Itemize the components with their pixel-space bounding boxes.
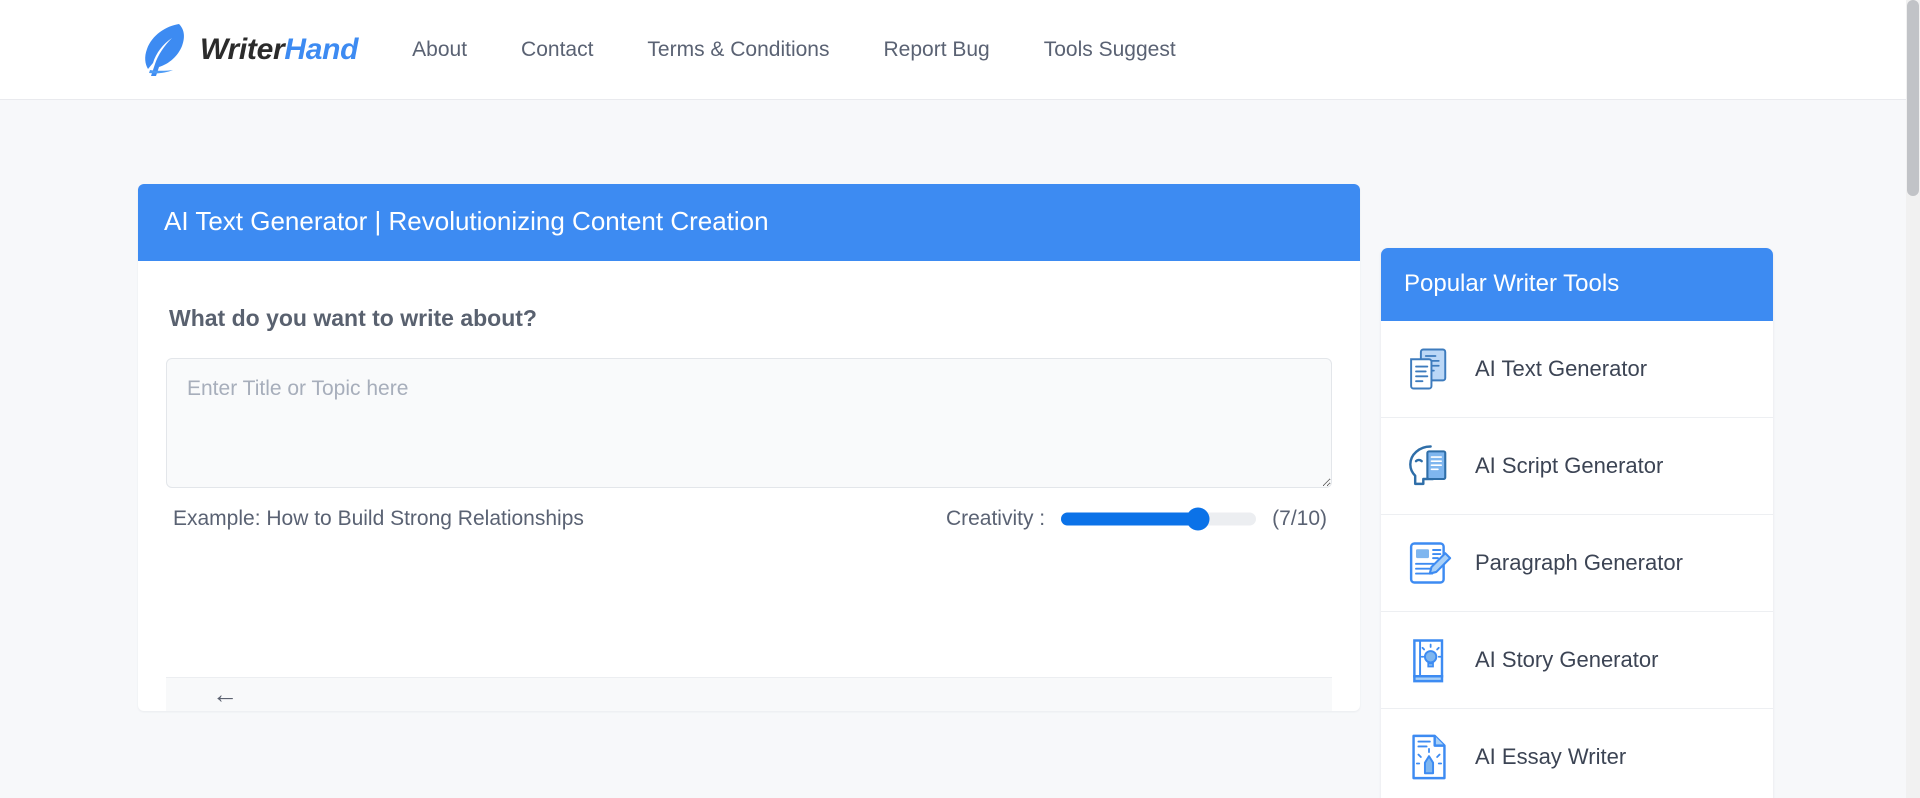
main-content-column: AI Text Generator | Revolutionizing Cont… [138,100,1360,711]
creativity-control: Creativity : (7/10) [946,507,1327,531]
nav-item-about[interactable]: About [412,31,494,68]
sidebar: Popular Writer Tools AI Text Generator [1381,100,1773,798]
sidebar-item-label: AI Text Generator [1475,356,1647,382]
creativity-value: (7/10) [1272,507,1327,531]
book-lightbulb-icon [1403,634,1455,686]
brand-name: WriterHand [200,33,358,67]
panel-bottom-bar: ← [166,677,1332,711]
sidebar-item-ai-script-generator[interactable]: AI Script Generator [1381,418,1773,515]
document-pencil-icon [1403,731,1455,783]
nav-item-terms[interactable]: Terms & Conditions [620,31,856,68]
topic-field-label: What do you want to write about? [169,305,1332,332]
head-scroll-icon [1403,440,1455,492]
sidebar-item-label: AI Script Generator [1475,453,1663,479]
sidebar-item-label: Paragraph Generator [1475,550,1683,576]
topic-input[interactable] [166,358,1332,488]
slider-thumb[interactable] [1186,507,1209,530]
documents-icon [1403,343,1455,395]
nav-item-contact[interactable]: Contact [494,31,620,68]
brand-word-1: Writer [200,33,284,66]
scrollbar-thumb[interactable] [1907,0,1919,196]
nav-item-report-bug[interactable]: Report Bug [857,31,1017,68]
sidebar-item-label: AI Essay Writer [1475,744,1626,770]
page-scrollbar[interactable] [1906,0,1920,798]
main-navigation: About Contact Terms & Conditions Report … [412,31,1203,68]
sidebar-item-ai-text-generator[interactable]: AI Text Generator [1381,321,1773,418]
site-header: WriterHand About Contact Terms & Conditi… [0,0,1920,100]
feather-quill-icon [140,21,186,79]
brand-logo-link[interactable]: WriterHand [140,21,358,79]
sidebar-title: Popular Writer Tools [1381,248,1773,321]
example-hint: Example: How to Build Strong Relationshi… [173,507,584,531]
page-title: AI Text Generator | Revolutionizing Cont… [138,184,1360,261]
slider-fill [1061,512,1198,525]
nav-item-tools-suggest[interactable]: Tools Suggest [1017,31,1203,68]
sidebar-item-label: AI Story Generator [1475,647,1658,673]
sidebar-item-paragraph-generator[interactable]: Paragraph Generator [1381,515,1773,612]
popular-writer-tools-card: Popular Writer Tools AI Text Generator [1381,248,1773,798]
generator-form: What do you want to write about? Example… [138,261,1360,711]
sidebar-item-ai-story-generator[interactable]: AI Story Generator [1381,612,1773,709]
form-meta-row: Example: How to Build Strong Relationshi… [166,507,1332,531]
creativity-slider[interactable] [1061,509,1256,529]
page-body: AI Text Generator | Revolutionizing Cont… [0,100,1920,798]
notepad-pencil-icon [1403,537,1455,589]
arrow-left-icon[interactable]: ← [212,681,238,707]
sidebar-item-ai-essay-writer[interactable]: AI Essay Writer [1381,709,1773,798]
generator-panel: AI Text Generator | Revolutionizing Cont… [138,184,1360,711]
brand-word-2: Hand [284,33,358,66]
creativity-label: Creativity : [946,507,1045,531]
